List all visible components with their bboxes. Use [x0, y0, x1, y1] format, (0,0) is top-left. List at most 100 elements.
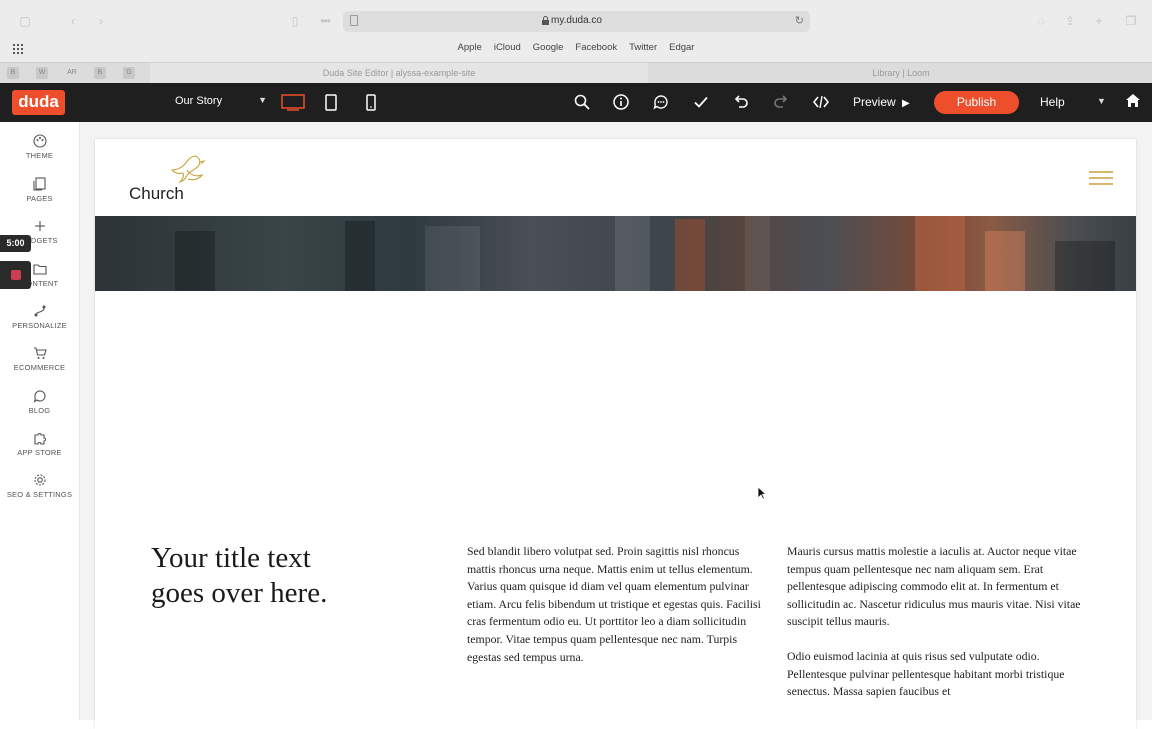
favorite-google[interactable]: Google [527, 42, 570, 53]
puzzle-icon [33, 433, 46, 445]
duda-logo[interactable]: duda [12, 90, 65, 115]
sidebar-item-seo-settings[interactable]: SEO & SETTINGS [0, 473, 79, 499]
folder-icon [32, 264, 47, 275]
preview-label: Preview [853, 95, 896, 109]
check-icon[interactable] [692, 93, 710, 111]
redo-icon[interactable] [772, 93, 790, 111]
sidebar-item-app-store[interactable]: APP STORE [0, 431, 79, 457]
favorite-icloud[interactable]: iCloud [488, 42, 527, 53]
chevron-down-icon: ▼ [258, 95, 267, 105]
building-shape [175, 231, 215, 291]
sidebar-item-theme[interactable]: THEME [0, 134, 79, 160]
preview-button[interactable]: Preview ▶ [853, 95, 910, 109]
page-selector-label: Our Story [175, 95, 223, 107]
back-icon[interactable]: ‹ [66, 14, 80, 28]
sidebar-item-label: SEO & SETTINGS [6, 490, 73, 499]
site-preview: Church Your title text goes over here. Se… [95, 139, 1136, 729]
code-icon[interactable] [812, 93, 830, 111]
publish-button[interactable]: Publish [934, 91, 1019, 114]
tab-duda-editor[interactable]: Duda Site Editor | alyssa-example-site [150, 63, 648, 83]
mouse-cursor-icon [757, 486, 767, 500]
search-icon[interactable] [573, 93, 591, 111]
cart-icon [33, 347, 47, 359]
text-column-2[interactable]: Mauris cursus mattis molestie a iaculis … [787, 543, 1083, 718]
loom-stop-button[interactable] [0, 261, 31, 289]
personalize-icon [34, 305, 45, 317]
hero-city-image[interactable] [95, 216, 1136, 291]
favorite-apple[interactable]: Apple [452, 42, 488, 53]
help-button[interactable]: Help [1040, 95, 1065, 109]
stop-icon [11, 270, 21, 280]
favorite-facebook[interactable]: Facebook [569, 42, 623, 53]
paragraph: Mauris cursus mattis molestie a iaculis … [787, 544, 1081, 629]
favorites-bar: Apple iCloud Google Facebook Twitter Edg… [0, 42, 1152, 53]
tab-label: Library | Loom [872, 68, 930, 78]
comment-icon[interactable] [652, 93, 670, 111]
building-shape [345, 221, 375, 291]
editor-canvas: Church Your title text goes over here. Se… [80, 122, 1152, 729]
site-logo-text[interactable]: Church [129, 184, 184, 204]
info-icon[interactable] [612, 93, 630, 111]
share-icon[interactable]: ⇪ [1063, 14, 1077, 28]
building-shape [915, 216, 965, 291]
download-icon[interactable]: ◌ [1034, 14, 1048, 28]
address-bar[interactable]: my.duda.co ↻ [343, 11, 810, 32]
desktop-view-icon[interactable] [281, 94, 305, 111]
pages-icon [32, 177, 46, 191]
pinned-tab-5[interactable]: G [123, 67, 135, 79]
pinned-tab-4[interactable]: B [94, 67, 106, 79]
editor-sidebar: THEME PAGES WIDGETS CONTENT PERSONALIZE … [0, 122, 80, 720]
shield-icon[interactable]: ▯ [288, 14, 302, 28]
sidebar-toggle-icon[interactable]: ▢ [18, 14, 32, 28]
home-icon[interactable] [1126, 93, 1140, 108]
more-icon[interactable]: ••• [318, 14, 332, 28]
sidebar-item-ecommerce[interactable]: ECOMMERCE [0, 346, 79, 372]
building-shape [425, 226, 480, 291]
building-shape [675, 219, 705, 291]
sidebar-item-personalize[interactable]: PERSONALIZE [0, 304, 79, 330]
chevron-down-icon[interactable]: ▼ [1097, 96, 1106, 106]
play-icon: ▶ [902, 98, 910, 109]
building-shape [745, 216, 770, 291]
sidebar-item-label: THEME [25, 151, 54, 160]
editor-toolbar: duda Our Story ▼ Preview ▶ Publish Help … [0, 83, 1152, 122]
sidebar-item-label: APP STORE [17, 448, 62, 457]
sidebar-item-label: ECOMMERCE [13, 363, 66, 372]
tab-label: Duda Site Editor | alyssa-example-site [322, 68, 476, 78]
plus-icon [34, 221, 45, 231]
pinned-tab-3[interactable]: AR [64, 67, 80, 79]
loom-timer[interactable]: 5:00 [0, 235, 31, 252]
tablet-view-icon[interactable] [325, 94, 337, 111]
chat-bubble-icon [33, 390, 46, 403]
tab-overview-icon[interactable]: ❐ [1124, 14, 1138, 28]
favorite-edgar[interactable]: Edgar [663, 42, 700, 53]
favorite-twitter[interactable]: Twitter [623, 42, 663, 53]
palette-icon [32, 134, 47, 148]
sidebar-item-pages[interactable]: PAGES [0, 177, 79, 203]
pinned-tab-2[interactable]: W [36, 67, 48, 79]
browser-chrome: ▢ ‹ › ▯ ••• my.duda.co ↻ ◌ ⇪ + ❐ Apple i… [0, 0, 1152, 62]
building-shape [985, 231, 1025, 291]
reload-icon[interactable]: ↻ [795, 14, 804, 27]
building-shape [1055, 241, 1115, 291]
site-header[interactable]: Church [95, 139, 1136, 216]
building-shape [615, 216, 650, 291]
hamburger-menu-icon[interactable] [1089, 170, 1113, 186]
forward-icon[interactable]: › [94, 14, 108, 28]
url-text: my.duda.co [551, 15, 602, 26]
sidebar-item-label: BLOG [28, 406, 51, 415]
sidebar-item-blog[interactable]: BLOG [0, 389, 79, 415]
mobile-view-icon[interactable] [366, 94, 376, 111]
sidebar-item-label: PERSONALIZE [12, 321, 67, 330]
new-tab-icon[interactable]: + [1092, 14, 1106, 28]
pinned-tab-1[interactable]: B [7, 67, 19, 79]
tab-bar: B W AR B G Duda Site Editor | alyssa-exa… [0, 62, 1152, 83]
gear-icon [33, 474, 46, 486]
text-column-1[interactable]: Sed blandit libero volutpat sed. Proin s… [467, 543, 765, 683]
undo-icon[interactable] [732, 93, 750, 111]
tab-loom[interactable]: Library | Loom [650, 63, 1152, 83]
paragraph: Sed blandit libero volutpat sed. Proin s… [467, 544, 761, 664]
sidebar-item-label: PAGES [26, 194, 53, 203]
section-title[interactable]: Your title text goes over here. [151, 541, 327, 611]
page-selector[interactable]: Our Story ▼ [175, 95, 267, 107]
